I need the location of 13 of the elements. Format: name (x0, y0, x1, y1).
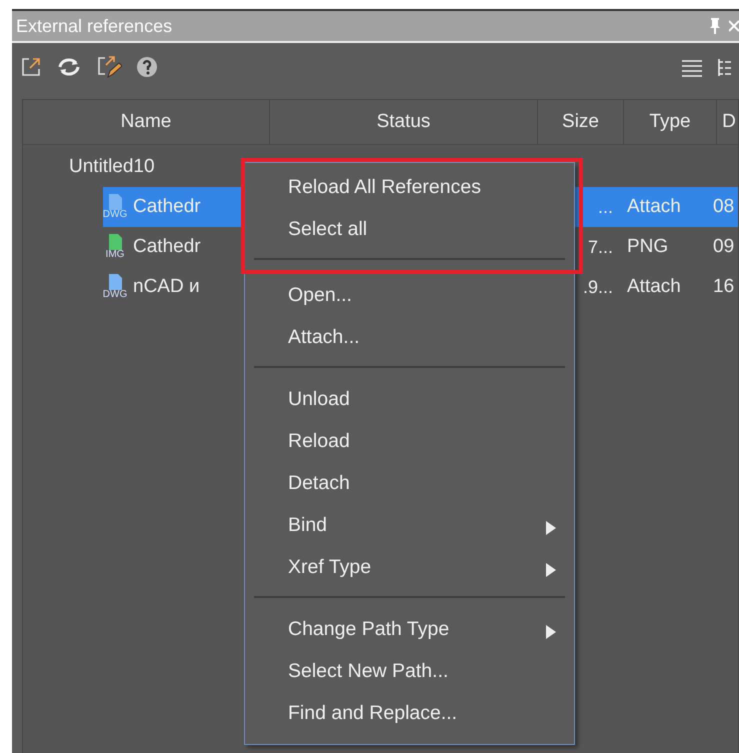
type-cell-text: Attach (626, 276, 682, 298)
date-cell-text: 08 (713, 196, 736, 218)
type-cell-text: Attach (626, 196, 682, 218)
size-cell: ... (598, 196, 613, 218)
file-name: Cathedr (133, 236, 201, 258)
file-name: nCAD и (133, 276, 200, 298)
size-cell: .9... (582, 276, 613, 298)
date-cell-text: 16 (713, 276, 736, 298)
file-name: Cathedr (133, 196, 201, 218)
type-cell-text: PNG (626, 236, 670, 258)
size-cell: 7... (588, 236, 613, 258)
panel-title: External references (16, 16, 174, 36)
date-cell-text: 09 (713, 236, 736, 258)
